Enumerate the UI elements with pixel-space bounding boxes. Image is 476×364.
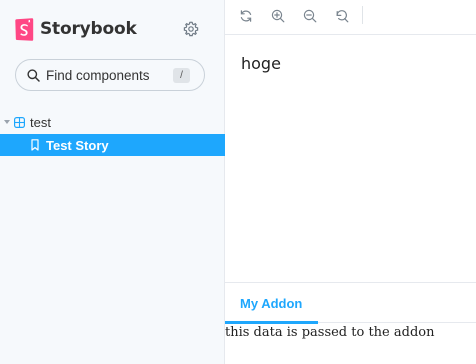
sidebar: Storybook / test <box>0 0 225 364</box>
brand-logo[interactable]: Storybook <box>15 17 137 41</box>
search-icon <box>27 69 40 82</box>
toolbar-divider <box>362 6 363 24</box>
gear-icon <box>183 21 199 37</box>
zoom-in-button[interactable] <box>267 6 289 26</box>
search-box[interactable]: / <box>15 59 205 91</box>
component-icon <box>14 117 25 128</box>
addon-content: this data is passed to the addon <box>225 325 435 340</box>
bookmark-icon <box>31 139 39 151</box>
active-tab-indicator <box>225 321 318 324</box>
zoom-reset-icon <box>336 10 349 23</box>
addon-tab-bar: My Addon <box>225 283 476 324</box>
settings-button[interactable] <box>181 19 201 39</box>
story-content: hoge <box>241 54 281 73</box>
search-shortcut-badge: / <box>173 68 190 83</box>
zoom-reset-button[interactable] <box>331 6 353 26</box>
brand-name: Storybook <box>40 19 137 39</box>
tree-item-label: Test Story <box>46 138 109 153</box>
search-input[interactable] <box>46 60 171 90</box>
preview-toolbar <box>225 0 476 35</box>
tab-label: My Addon <box>240 296 303 311</box>
caret-down-icon[interactable] <box>4 120 10 124</box>
tree-item-label: test <box>30 115 51 130</box>
tab-my-addon[interactable]: My Addon <box>225 283 318 324</box>
zoom-out-button[interactable] <box>299 6 321 26</box>
remount-button[interactable] <box>235 6 257 26</box>
addon-panel: My Addon this data is passed to the addo… <box>225 282 476 364</box>
tree-item-test[interactable]: test <box>0 112 225 134</box>
sync-icon <box>240 10 252 22</box>
zoom-out-icon <box>303 9 317 23</box>
story-tree: test Test Story <box>0 112 225 156</box>
tree-item-test-story[interactable]: Test Story <box>0 134 225 156</box>
storybook-logo-icon <box>15 17 34 41</box>
zoom-in-icon <box>271 9 285 23</box>
story-canvas: hoge <box>225 35 476 282</box>
